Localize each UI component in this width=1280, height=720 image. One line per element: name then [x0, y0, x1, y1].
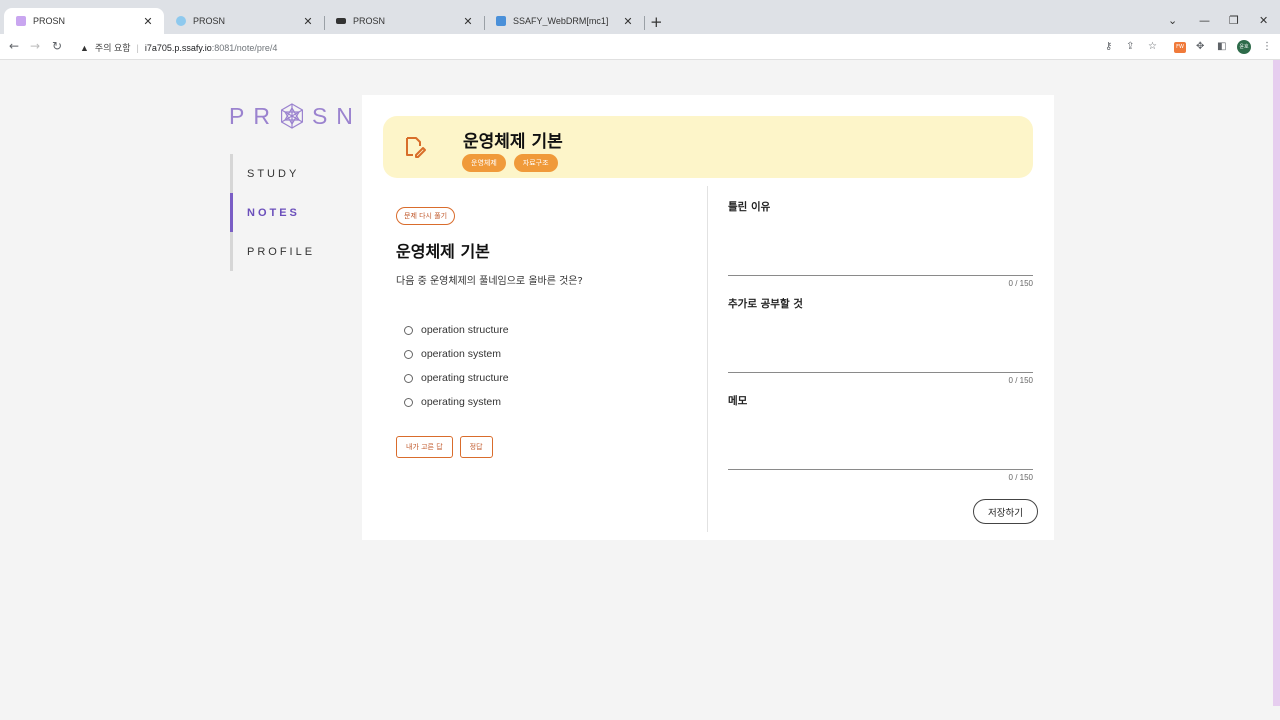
security-warning[interactable]: 주의 요함 [95, 41, 131, 54]
question-panel: 문제 다시 풀기 운영체제 기본 다음 중 운영체제의 풀네임으로 올바른 것은… [396, 203, 696, 458]
radio-icon[interactable] [404, 325, 413, 335]
retry-problem-button[interactable]: 문제 다시 풀기 [396, 207, 456, 225]
category-tag[interactable]: 자료구조 [513, 154, 558, 172]
answer-option[interactable]: operation system [396, 342, 696, 366]
further-study-field[interactable]: 추가로 공부할 것 0 / 150 [728, 296, 1033, 393]
tab-separator [644, 16, 645, 30]
logo-text-right: SN [311, 102, 362, 129]
option-label: operating system [421, 396, 501, 408]
note-form: 틀린 이유 0 / 150 추가로 공부할 것 0 / 150 메모 0 / 1… [728, 199, 1033, 490]
key-icon[interactable]: ⚷ [1105, 41, 1112, 52]
radio-icon[interactable] [404, 397, 413, 407]
reload-icon[interactable]: ↻ [52, 39, 62, 53]
browser-tab[interactable]: PROSN ✕ [4, 8, 164, 34]
profile-avatar[interactable]: 윤호 [1237, 40, 1251, 54]
back-icon[interactable]: ← [9, 39, 19, 53]
field-label: 메모 [728, 395, 748, 407]
save-button[interactable]: 저장하기 [973, 499, 1038, 524]
column-divider [707, 186, 708, 532]
drm-favicon-icon [496, 16, 506, 26]
puzzle-icon[interactable]: ✥ [1196, 41, 1204, 52]
char-counter: 0 / 150 [1008, 279, 1033, 288]
bookmark-star-icon[interactable]: ☆ [1148, 41, 1157, 52]
close-tab-icon[interactable]: ✕ [622, 15, 634, 28]
prosn-logo[interactable]: PR SN [229, 102, 362, 130]
correct-answer-button[interactable]: 정답 [459, 436, 493, 458]
react-favicon-icon [176, 16, 186, 26]
field-label: 추가로 공부할 것 [728, 298, 803, 310]
answer-option[interactable]: operating structure [396, 366, 696, 390]
url-path: :8081/note/pre/4 [211, 42, 278, 53]
field-underline [728, 275, 1033, 276]
banner-title: 운영체제 기본 [463, 132, 563, 152]
answer-options: operation structure operation system ope… [396, 318, 696, 414]
close-tab-icon[interactable]: ✕ [142, 15, 154, 28]
url-host: i7a705.p.ssafy.io [144, 42, 212, 53]
erd-favicon-icon [336, 18, 346, 24]
note-card: 운영체제 기본 운영체제 자료구조 문제 다시 풀기 운영체제 기본 다음 중 … [362, 95, 1054, 540]
browser-tab-bar: PROSN ✕ PROSN ✕ PROSN ✕ SSAFY_WebDRM[mc1… [0, 0, 1280, 34]
radio-icon[interactable] [404, 349, 413, 359]
memo-field[interactable]: 메모 0 / 150 [728, 393, 1033, 490]
field-underline [728, 469, 1033, 470]
field-label: 틀린 이유 [728, 201, 771, 213]
minimize-icon[interactable]: — [1199, 14, 1210, 27]
char-counter: 0 / 150 [1008, 473, 1033, 482]
question-title: 운영체제 기본 [396, 242, 490, 261]
edit-note-icon [406, 137, 426, 158]
share-icon[interactable]: ⇪ [1126, 41, 1134, 52]
address-bar: ← → ↻ ▲ 주의 요함 | i7a705.p.ssafy.io:8081/n… [0, 34, 1280, 60]
browser-tab[interactable]: PROSN ✕ [164, 8, 324, 34]
category-tag[interactable]: 운영체제 [462, 154, 506, 172]
note-banner: 운영체제 기본 운영체제 자료구조 [383, 116, 1033, 178]
sidebar-item-study[interactable]: STUDY [230, 154, 350, 193]
close-tab-icon[interactable]: ✕ [302, 15, 314, 28]
warning-icon: ▲ [80, 42, 89, 53]
char-counter: 0 / 150 [1008, 376, 1033, 385]
extension-icon[interactable]: FW [1174, 42, 1186, 53]
tab-search-icon[interactable]: ⌄ [1168, 14, 1177, 27]
option-label: operation structure [421, 324, 509, 336]
url-field[interactable]: ▲ 주의 요함 | i7a705.p.ssafy.io:8081/note/pr… [80, 41, 277, 54]
option-label: operation system [421, 348, 501, 360]
tag-list: 운영체제 자료구조 [462, 154, 558, 172]
question-text: 다음 중 운영체제의 풀네임으로 올바른 것은? [396, 276, 583, 287]
sidebar-item-notes[interactable]: NOTES [230, 193, 350, 232]
sidebar-item-profile[interactable]: PROFILE [230, 232, 350, 271]
logo-emblem-icon [280, 103, 303, 129]
side-panel-icon[interactable]: ◧ [1217, 41, 1226, 52]
close-window-icon[interactable]: ✕ [1259, 14, 1268, 27]
answer-buttons: 내가 고른 답 정답 [396, 436, 696, 458]
menu-icon[interactable]: ⋮ [1262, 41, 1272, 52]
answer-option[interactable]: operation structure [396, 318, 696, 342]
close-tab-icon[interactable]: ✕ [462, 15, 474, 28]
sidebar-nav: STUDY NOTES PROFILE [230, 154, 350, 271]
browser-tab[interactable]: SSAFY_WebDRM[mc1] ✕ [484, 8, 644, 34]
scroll-strip [1273, 60, 1280, 706]
logo-text-left: PR [229, 102, 279, 129]
wrong-reason-field[interactable]: 틀린 이유 0 / 150 [728, 199, 1033, 296]
browser-tab[interactable]: PROSN ✕ [324, 8, 484, 34]
new-tab-button[interactable]: + [650, 14, 663, 30]
prosn-favicon-icon [16, 16, 26, 26]
restore-icon[interactable]: ❐ [1229, 14, 1239, 27]
answer-option[interactable]: operating system [396, 390, 696, 414]
option-label: operating structure [421, 372, 509, 384]
url-separator: | [136, 42, 139, 53]
radio-icon[interactable] [404, 373, 413, 383]
field-underline [728, 372, 1033, 373]
my-answer-button[interactable]: 내가 고른 답 [396, 436, 453, 458]
forward-icon[interactable]: → [30, 39, 40, 53]
